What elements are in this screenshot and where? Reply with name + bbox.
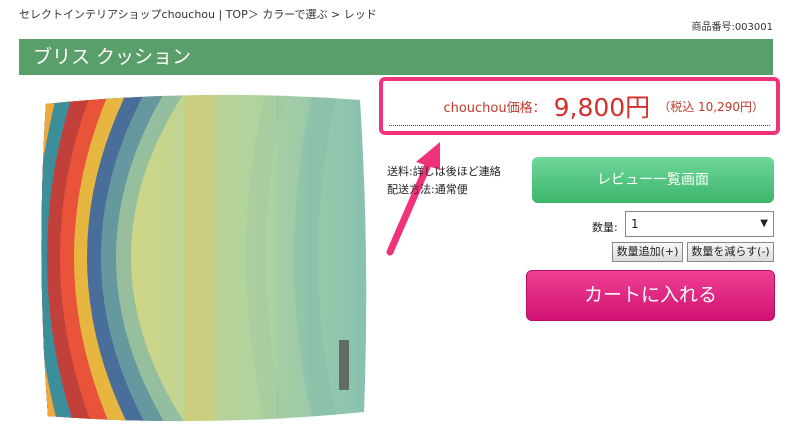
price-row: chouchou価格： 9,800円 （税込 10,290円） <box>389 87 770 126</box>
price-label: chouchou価格： <box>443 100 546 116</box>
product-image <box>36 90 370 425</box>
product-code: 商品番号:003001 <box>691 22 773 33</box>
price-value: 9,800円 <box>553 93 651 122</box>
chevron-down-icon: ▼ <box>760 218 768 229</box>
add-to-cart-button[interactable]: カートに入れる <box>526 270 775 321</box>
shipping-method: 配送方法:通常便 <box>387 183 468 196</box>
page-title: ブリス クッション <box>33 46 192 68</box>
shipping-fee: 送料:詳しは後ほど連絡 <box>387 165 501 178</box>
quantity-add-button[interactable]: 数量追加(+) <box>612 242 683 262</box>
product-title-bar: ブリス クッション <box>19 39 773 75</box>
quantity-select[interactable]: 1 ▼ <box>625 211 774 237</box>
price-box: chouchou価格： 9,800円 （税込 10,290円） <box>379 77 780 135</box>
breadcrumb[interactable]: セレクトインテリアショップchouchou | TOP＞ カラーで選ぶ > レッ… <box>19 6 377 22</box>
quantity-subtract-button[interactable]: 数量を減らす(-) <box>687 242 774 262</box>
quantity-label: 数量: <box>592 221 618 234</box>
quantity-selected: 1 <box>631 217 639 231</box>
review-list-button[interactable]: レビュー一覧画面 <box>532 157 774 203</box>
price-tax: （税込 10,290円） <box>658 99 764 114</box>
shipping-info: 送料:詳しは後ほど連絡 配送方法:通常便 <box>387 163 501 199</box>
pink-arrow-icon <box>386 142 440 256</box>
